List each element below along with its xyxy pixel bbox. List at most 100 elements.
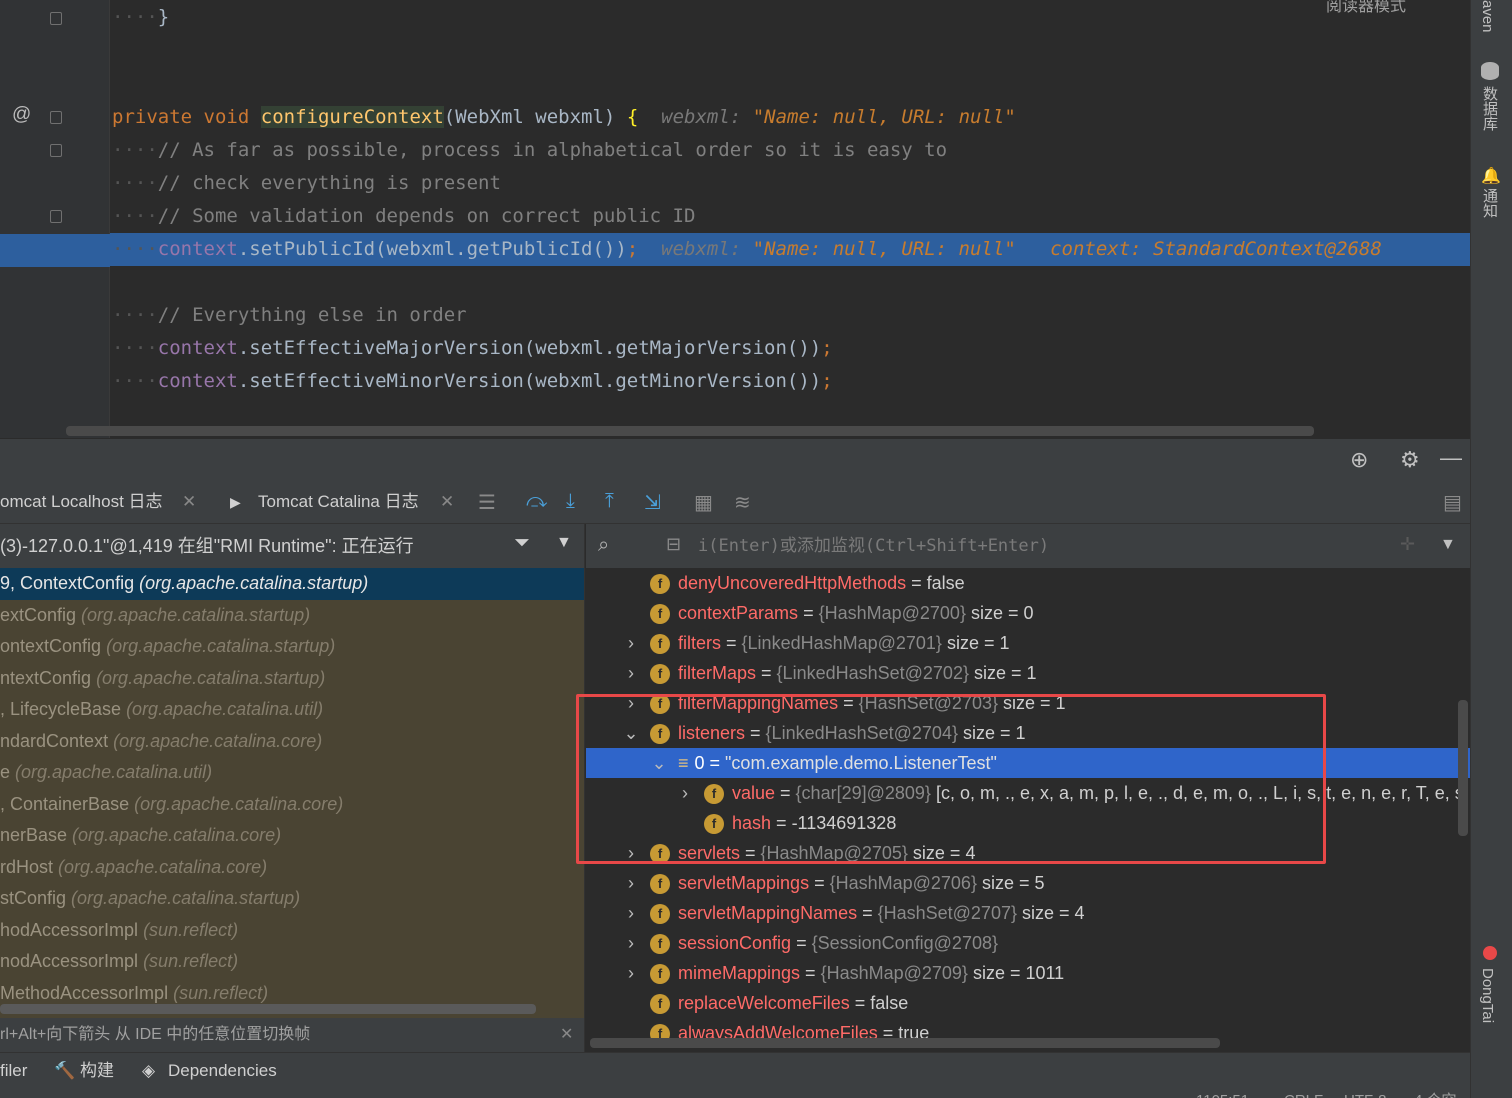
code-comment[interactable]: ····// As far as possible, process in al… [112,134,1470,167]
chevron-right-icon[interactable]: › [622,628,640,658]
add-watch-icon[interactable]: ✛ [1400,534,1415,555]
frame-method: rdHost [0,856,59,877]
tab-tomcat-localhost-log[interactable]: omcat Localhost 日志 [0,480,163,524]
run-to-cursor-icon[interactable]: ⇲ [644,490,661,515]
var-row-denyUncoveredHttpMethods[interactable]: f denyUncoveredHttpMethods = false [586,568,1470,598]
chevron-down-icon[interactable]: ▼ [556,534,572,552]
fold-marker-icon[interactable] [50,111,62,124]
frame-item[interactable]: nerBase (org.apache.catalina.core) [0,820,584,852]
frames-hint-text: rl+Alt+向下箭头 从 IDE 中的任意位置切换帧 [0,1026,311,1043]
evaluate-input[interactable]: i(Enter)或添加监视(Ctrl+Shift+Enter) [698,524,1049,568]
var-row-replaceWelcomeFiles[interactable]: f replaceWelcomeFiles = false [586,988,1470,1018]
frame-item[interactable]: rdHost (org.apache.catalina.core) [0,852,584,884]
chevron-right-icon[interactable]: › [622,658,640,688]
filter-icon[interactable]: ⏷ [514,532,530,555]
code-comment[interactable]: ····// Some validation depends on correc… [112,200,1470,233]
trace-icon[interactable]: ≋ [734,490,751,515]
close-icon[interactable]: ✕ [560,1018,573,1052]
evaluate-expression-icon[interactable]: ▦ [694,490,713,515]
frame-item[interactable]: , LifecycleBase (org.apache.catalina.uti… [0,694,584,726]
frames-hint-bar: rl+Alt+向下箭头 从 IDE 中的任意位置切换帧 ✕ [0,1018,585,1052]
tab-profiler[interactable]: filer [0,1053,27,1093]
line-separator[interactable]: CRLF [1284,1083,1323,1098]
editor-horizontal-scrollbar[interactable] [66,426,1314,436]
chevron-right-icon[interactable]: › [622,898,640,928]
fold-marker-icon[interactable] [50,210,62,223]
field-icon: f [650,874,670,895]
frame-class: (org.apache.catalina.util) [126,699,324,719]
frame-class: (org.apache.catalina.startup) [71,888,301,908]
field-icon: f [650,604,670,625]
database-icon[interactable] [1481,62,1499,80]
var-row-servletMappings[interactable]: › f servletMappings = {HashMap@2706} size … [586,868,1470,898]
notifications-tool-tab[interactable]: 通知 [1479,188,1500,218]
variables-horizontal-scrollbar[interactable] [590,1038,1220,1048]
close-icon[interactable]: ✕ [440,480,454,524]
frame-item[interactable]: , ContainerBase (org.apache.catalina.cor… [0,789,584,821]
field-icon: f [650,574,670,595]
frame-item[interactable]: 9, ContextConfig (org.apache.catalina.st… [0,568,584,600]
frame-item[interactable]: e (org.apache.catalina.util) [0,757,584,789]
frame-item[interactable]: extConfig (org.apache.catalina.startup) [0,600,584,632]
var-row-servletMappingNames[interactable]: › f servletMappingNames = {HashSet@2707} s… [586,898,1470,928]
step-over-icon[interactable]: ⤼ [526,490,547,513]
chevron-right-icon[interactable]: › [622,958,640,988]
frame-item[interactable]: stConfig (org.apache.catalina.startup) [0,883,584,915]
chevron-down-icon[interactable]: ▼ [1440,536,1456,554]
watch-list-icon[interactable]: ⊟ [666,534,681,555]
fold-marker-icon[interactable] [50,12,62,25]
var-row-mimeMappings[interactable]: › f mimeMappings = {HashMap@2709} size = 1… [586,958,1470,988]
tab-build[interactable]: 构建 [80,1053,114,1093]
frame-method: extConfig [0,604,82,625]
indent-setting[interactable]: 4 个空格 [1414,1083,1470,1098]
bell-icon[interactable]: 🔔 [1481,166,1501,186]
code-editor[interactable]: @ 阅读器模式 ····} private void configureCont… [0,0,1470,438]
thread-selector[interactable]: (3)-127.0.0.1"@1,419 在组"RMI Runtime": 正在… [0,524,414,568]
cursor-position[interactable]: 1105:51 [1196,1083,1249,1098]
dongtai-tool-tab[interactable]: DongTai [1479,968,1496,1023]
frames-horizontal-scrollbar[interactable] [0,1004,536,1014]
code-line[interactable]: ····context.setEffectiveMinorVersion(web… [112,365,1470,398]
var-row-filters[interactable]: › f filters = {LinkedHashMap@2701} size = … [586,628,1470,658]
code-line[interactable]: private void configureContext(WebXml web… [112,101,1470,134]
database-tool-tab[interactable]: 数据库 [1479,86,1500,131]
code-comment[interactable]: ····// Everything else in order [112,299,1470,332]
frame-item[interactable]: ontextConfig (org.apache.catalina.startu… [0,631,584,663]
code-comment[interactable]: ····// check everything is present [112,167,1470,200]
chevron-right-icon[interactable]: › [622,928,640,958]
frame-class: (org.apache.catalina.startup) [139,573,369,593]
frame-item[interactable]: hodAccessorImpl (sun.reflect) [0,915,584,947]
code-line-current[interactable]: ····context.setPublicId(webxml.getPublic… [110,233,1470,266]
override-at-icon[interactable]: @ [12,104,31,126]
gear-icon[interactable]: ⚙ [1400,447,1420,473]
minimize-icon[interactable]: — [1440,445,1462,471]
code-line[interactable]: ····} [112,1,1470,34]
chevron-right-icon[interactable]: › [622,868,640,898]
dongtai-icon[interactable] [1483,946,1497,960]
frames-list[interactable]: 9, ContextConfig (org.apache.catalina.st… [0,568,585,1018]
crosshair-icon[interactable]: ⊕ [1350,447,1368,473]
close-icon[interactable]: ✕ [182,480,196,524]
variables-vertical-scrollbar[interactable] [1458,700,1468,836]
search-icon[interactable]: ⌕ [598,534,609,557]
tab-tomcat-catalina-log[interactable]: Tomcat Catalina 日志 [258,480,419,524]
step-out-icon[interactable]: ⤒ [605,490,614,513]
file-encoding[interactable]: UTF-8 [1344,1083,1387,1098]
var-row-sessionConfig[interactable]: › f sessionConfig = {SessionConfig@2708} [586,928,1470,958]
frame-item[interactable]: ntextConfig (org.apache.catalina.startup… [0,663,584,695]
frame-class: (sun.reflect) [143,919,239,940]
frame-item[interactable]: ndardContext (org.apache.catalina.core) [0,726,584,758]
tab-dependencies[interactable]: Dependencies [168,1053,277,1093]
menu-lines-icon[interactable]: ☰ [478,490,496,515]
fold-marker-icon[interactable] [50,144,62,157]
layout-icon[interactable]: ▤ [1443,490,1462,515]
var-row-filterMaps[interactable]: › f filterMaps = {LinkedHashSet@2702} size… [586,658,1470,688]
code-line[interactable]: ····context.setEffectiveMajorVersion(web… [112,332,1470,365]
editor-gutter[interactable]: @ [0,0,110,438]
var-row-contextParams[interactable]: f contextParams = {HashMap@2700} size = 0 [586,598,1470,628]
maven-tool-tab[interactable]: aven [1479,0,1496,33]
step-into-icon[interactable]: ⤓ [566,490,575,513]
frame-class: (org.apache.catalina.util) [15,762,213,782]
frame-item[interactable]: nodAccessorImpl (sun.reflect) [0,946,584,978]
frame-class: (sun.reflect) [143,951,239,971]
